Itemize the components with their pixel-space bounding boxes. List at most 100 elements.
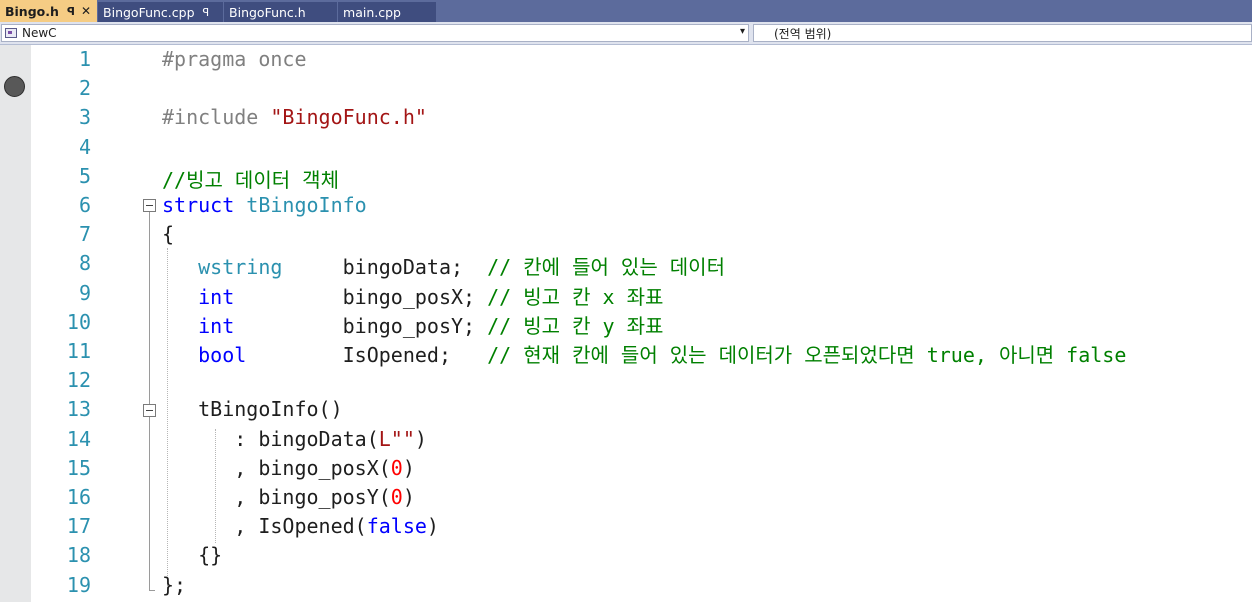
document-tab-bar: Bingo.h ꟼ ✕ BingoFunc.cpp ꟼ BingoFunc.h … bbox=[0, 0, 1252, 22]
class-dropdown-label: NewC bbox=[22, 26, 57, 40]
code-token: {} bbox=[162, 543, 223, 568]
code-line[interactable]: int bingo_posX; // 빙고 칸 x 좌표 bbox=[162, 281, 663, 310]
line-number: 14 bbox=[66, 426, 91, 451]
pin-icon[interactable]: ꟼ bbox=[203, 6, 210, 19]
pin-icon[interactable]: ꟼ bbox=[67, 5, 75, 18]
code-token: // 칸에 들어 있는 데이터 bbox=[487, 255, 725, 280]
collapse-struct-icon[interactable] bbox=[143, 199, 156, 212]
code-token: bingoData; bbox=[282, 255, 488, 280]
code-line[interactable]: bool IsOpened; // 현재 칸에 들어 있는 데이터가 오픈되었다… bbox=[162, 339, 1126, 368]
outline-line-constructor bbox=[149, 417, 150, 544]
tab-bingofunc-h[interactable]: BingoFunc.h bbox=[224, 2, 338, 22]
line-number: 18 bbox=[66, 543, 91, 568]
line-number: 5 bbox=[78, 163, 91, 188]
code-line[interactable]: : bingoData(L"") bbox=[162, 427, 427, 451]
code-line[interactable]: , bingo_posX(0) bbox=[162, 456, 415, 480]
code-line[interactable]: { bbox=[162, 222, 174, 246]
code-line[interactable]: struct tBingoInfo bbox=[162, 193, 367, 217]
outline-end-struct bbox=[149, 590, 155, 591]
line-number: 12 bbox=[66, 368, 91, 393]
code-token: IsOpened; bbox=[246, 343, 488, 367]
code-line[interactable]: , bingo_posY(0) bbox=[162, 485, 415, 509]
line-number: 16 bbox=[66, 485, 91, 509]
code-token: bingo_posX; bbox=[234, 284, 488, 309]
navigation-bar: NewC ▾ (전역 범위) bbox=[0, 22, 1252, 45]
breakpoint-icon[interactable] bbox=[4, 76, 25, 97]
line-number: 10 bbox=[66, 309, 91, 334]
code-line[interactable]: tBingoInfo() bbox=[162, 397, 343, 421]
code-line[interactable]: #include "BingoFunc.h" bbox=[162, 105, 427, 129]
line-number: 11 bbox=[66, 339, 91, 363]
line-number: 1 bbox=[78, 47, 91, 71]
line-number: 2 bbox=[78, 76, 91, 101]
code-token: ) bbox=[426, 514, 439, 539]
code-token: struct bbox=[162, 193, 235, 217]
class-dropdown[interactable]: NewC ▾ bbox=[1, 24, 749, 42]
code-token: #pragma once bbox=[162, 47, 307, 71]
line-number: 3 bbox=[78, 105, 91, 130]
line-number: 6 bbox=[78, 193, 91, 217]
scope-dropdown[interactable]: (전역 범위) bbox=[753, 24, 1252, 42]
code-token: "BingoFunc.h" bbox=[270, 105, 427, 130]
code-token: tBingoInfo bbox=[246, 193, 367, 217]
code-token: tBingoInfo() bbox=[162, 397, 343, 422]
code-line[interactable]: wstring bingoData; // 칸에 들어 있는 데이터 bbox=[162, 251, 725, 280]
line-number: 17 bbox=[66, 514, 91, 539]
tab-bingofunc-cpp[interactable]: BingoFunc.cpp ꟼ bbox=[98, 2, 224, 22]
code-token: 0 bbox=[390, 455, 403, 480]
code-token: bingo_posY; bbox=[234, 313, 488, 338]
code-token: , bingo_posX( bbox=[162, 455, 391, 480]
line-number: 19 bbox=[66, 572, 91, 597]
code-token: bool bbox=[198, 343, 247, 367]
tab-bingo-h[interactable]: Bingo.h ꟼ ✕ bbox=[0, 0, 98, 22]
code-token: false bbox=[366, 514, 427, 539]
code-token: { bbox=[162, 222, 175, 247]
code-token: ) bbox=[414, 426, 427, 451]
code-token: // 빙고 칸 x 좌표 bbox=[487, 284, 664, 309]
close-icon[interactable]: ✕ bbox=[81, 4, 91, 18]
tab-label: BingoFunc.h bbox=[229, 4, 306, 20]
code-token: }; bbox=[162, 572, 187, 597]
code-line[interactable]: #pragma once bbox=[162, 47, 307, 71]
code-token: // 현재 칸에 들어 있는 데이터가 오픈되었다면 true, 아니면 fal… bbox=[487, 343, 1127, 367]
code-line[interactable]: }; bbox=[162, 573, 186, 597]
line-number: 8 bbox=[78, 251, 91, 276]
tab-main-cpp[interactable]: main.cpp bbox=[338, 2, 437, 22]
chevron-down-icon[interactable]: ▾ bbox=[740, 26, 745, 37]
line-number: 4 bbox=[78, 134, 91, 159]
code-token: wstring bbox=[198, 255, 283, 280]
code-token: int bbox=[198, 313, 235, 338]
code-line[interactable]: {} bbox=[162, 543, 222, 567]
line-number: 13 bbox=[66, 397, 91, 422]
code-token: int bbox=[198, 284, 235, 309]
class-icon bbox=[5, 28, 17, 38]
code-token: 0 bbox=[390, 485, 403, 509]
code-line[interactable]: int bingo_posY; // 빙고 칸 y 좌표 bbox=[162, 310, 663, 339]
code-token: #include bbox=[162, 105, 271, 130]
code-line[interactable]: //빙고 데이터 객체 bbox=[162, 164, 339, 193]
code-token: ) bbox=[402, 485, 415, 509]
code-editor[interactable]: 1 #pragma once 2 3 #include "BingoFunc.h" 4 5 /… bbox=[0, 45, 1252, 602]
tab-label: BingoFunc.cpp bbox=[103, 4, 195, 20]
code-token: , IsOpened( bbox=[162, 514, 367, 539]
code-token: // 빙고 칸 y 좌표 bbox=[487, 313, 664, 338]
line-number: 7 bbox=[78, 222, 91, 247]
code-token: ) bbox=[402, 455, 415, 480]
code-token: : bingoData( bbox=[162, 426, 379, 451]
glyph-margin[interactable] bbox=[0, 45, 31, 602]
code-token: //빙고 데이터 객체 bbox=[162, 167, 339, 192]
code-line[interactable]: , IsOpened(false) bbox=[162, 514, 439, 538]
tab-label: main.cpp bbox=[343, 4, 401, 20]
collapse-constructor-icon[interactable] bbox=[143, 404, 156, 417]
line-number: 15 bbox=[66, 455, 91, 480]
scope-dropdown-label: (전역 범위) bbox=[774, 26, 832, 41]
line-number: 9 bbox=[78, 280, 91, 305]
tab-label: Bingo.h bbox=[5, 3, 59, 19]
code-token: , bingo_posY( bbox=[162, 485, 391, 509]
code-token: L"" bbox=[378, 426, 415, 451]
